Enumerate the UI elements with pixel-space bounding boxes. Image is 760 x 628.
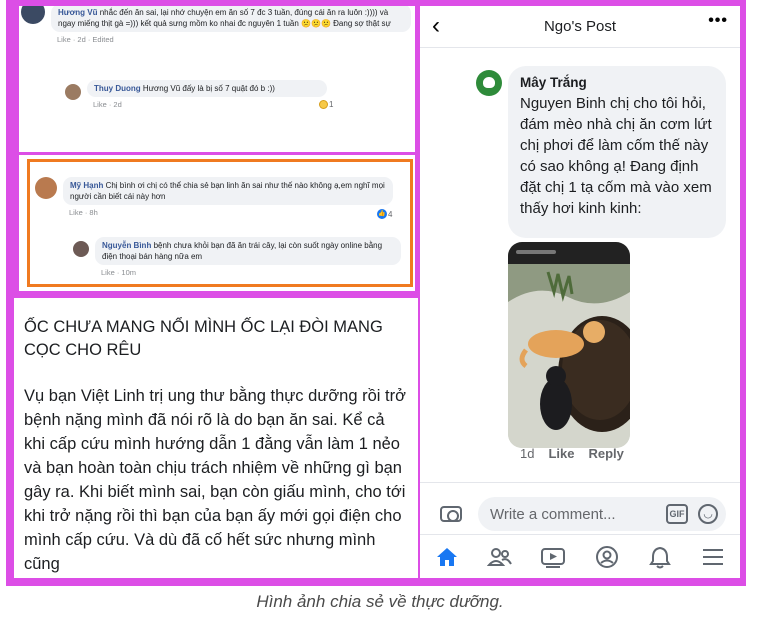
comment-actions: 1d Like Reply	[520, 446, 624, 461]
avatar	[73, 241, 89, 257]
nav-home[interactable]	[420, 535, 473, 578]
like-button[interactable]: Like	[548, 446, 574, 461]
reaction-count[interactable]: 👍 4	[377, 209, 392, 219]
avatar	[35, 177, 57, 199]
profile-icon	[595, 545, 618, 568]
camera-icon[interactable]	[440, 506, 462, 522]
friends-icon	[486, 547, 512, 566]
comment-composer: Write a comment... GIF ◡	[420, 482, 740, 534]
more-options-icon[interactable]: •••	[708, 12, 728, 30]
comment-input[interactable]: Write a comment... GIF ◡	[478, 497, 726, 531]
nav-watch[interactable]	[527, 535, 580, 578]
avatar	[65, 84, 81, 100]
like-icon: 👍	[377, 209, 387, 219]
post-heading: ỐC CHƯA MANG NỔI MÌNH ỐC LẠI ĐÒI MANG CỌ…	[24, 318, 383, 359]
comment-author[interactable]: Nguyễn Bình	[102, 241, 151, 250]
bottom-nav	[420, 534, 740, 578]
comment-author[interactable]: Thuy Duong	[94, 84, 141, 93]
comment-huong-vu: Hương Vũ nhắc đến ăn sai, lại nhớ chuyện…	[51, 6, 411, 45]
bell-icon	[649, 546, 671, 568]
gif-icon[interactable]: GIF	[666, 504, 688, 524]
comment-my-hanh: Mỹ Hạnh Chị bình ơi chị có thể chia sẻ b…	[63, 177, 393, 218]
comment-text: Nguyen Binh chị cho tôi hỏi, đám mèo nhà…	[520, 95, 712, 217]
comment-author[interactable]: Hương Vũ	[58, 8, 97, 17]
nav-menu[interactable]	[687, 535, 740, 578]
post-title: Ngo's Post	[543, 18, 617, 35]
post-paragraph: Vụ bạn Việt Linh trị ung thư bằng thực d…	[24, 387, 406, 573]
comment-photo[interactable]	[508, 242, 630, 448]
mobile-post-view: ‹ Ngo's Post ••• Mây Trắng Nguyen Binh c…	[420, 6, 740, 578]
comment-thread-top: Hương Vũ nhắc đến ăn sai, lại nhớ chuyện…	[19, 6, 415, 152]
nav-friends[interactable]	[473, 535, 526, 578]
comment-meta[interactable]: Like · 2d · Edited	[51, 34, 411, 45]
image-caption: Hình ảnh chia sẻ về thực dưỡng.	[256, 592, 504, 611]
comment-nguyen-binh: Nguyễn Bình bệnh chưa khỏi bạn đã ăn trá…	[95, 237, 401, 278]
comment-bubble: Mây Trắng Nguyen Binh chị cho tôi hỏi, đ…	[508, 66, 726, 238]
comment-time[interactable]: 1d	[520, 446, 534, 461]
comment-text: nhắc đến ăn sai, lại nhớ chuyện em ăn số…	[58, 8, 391, 28]
comment-text: Hương Vũ đấy là bị số 7 quật đó b :))	[142, 84, 275, 93]
comment-thuy-duong: Thuy Duong Hương Vũ đấy là bị số 7 quật …	[87, 80, 327, 110]
nav-profile[interactable]	[580, 535, 633, 578]
hamburger-menu-icon	[703, 548, 724, 565]
screenshot-collage: Hương Vũ nhắc đến ăn sai, lại nhớ chuyện…	[6, 0, 746, 586]
comment-author[interactable]: Mỹ Hạnh	[70, 181, 103, 190]
comment-meta[interactable]: Like · 2d	[87, 99, 327, 110]
cats-photo	[508, 264, 630, 448]
comment-author[interactable]: Mây Trắng	[520, 75, 714, 90]
comment-text: Chị bình ơi chị có thể chia sẻ bạn linh …	[70, 181, 385, 201]
avatar	[21, 6, 45, 24]
post-header: ‹ Ngo's Post •••	[420, 6, 740, 48]
comment-meta[interactable]: Like · 10m	[95, 267, 401, 278]
avatar[interactable]	[476, 70, 502, 96]
reply-button[interactable]: Reply	[588, 446, 623, 461]
post-text-panel: ỐC CHƯA MANG NỔI MÌNH ỐC LẠI ĐÒI MANG CỌ…	[14, 298, 418, 578]
comment-placeholder: Write a comment...	[490, 506, 616, 523]
haha-emoji-icon	[319, 100, 328, 109]
home-icon	[436, 547, 457, 566]
sticker-icon[interactable]: ◡	[698, 504, 718, 524]
watch-icon	[541, 547, 566, 568]
comment-meta[interactable]: Like · 8h	[63, 207, 393, 218]
reaction-count[interactable]: 1	[319, 100, 333, 109]
comment-thread-highlighted: Mỹ Hạnh Chị bình ơi chị có thể chia sẻ b…	[19, 155, 415, 291]
nav-notifications[interactable]	[633, 535, 686, 578]
